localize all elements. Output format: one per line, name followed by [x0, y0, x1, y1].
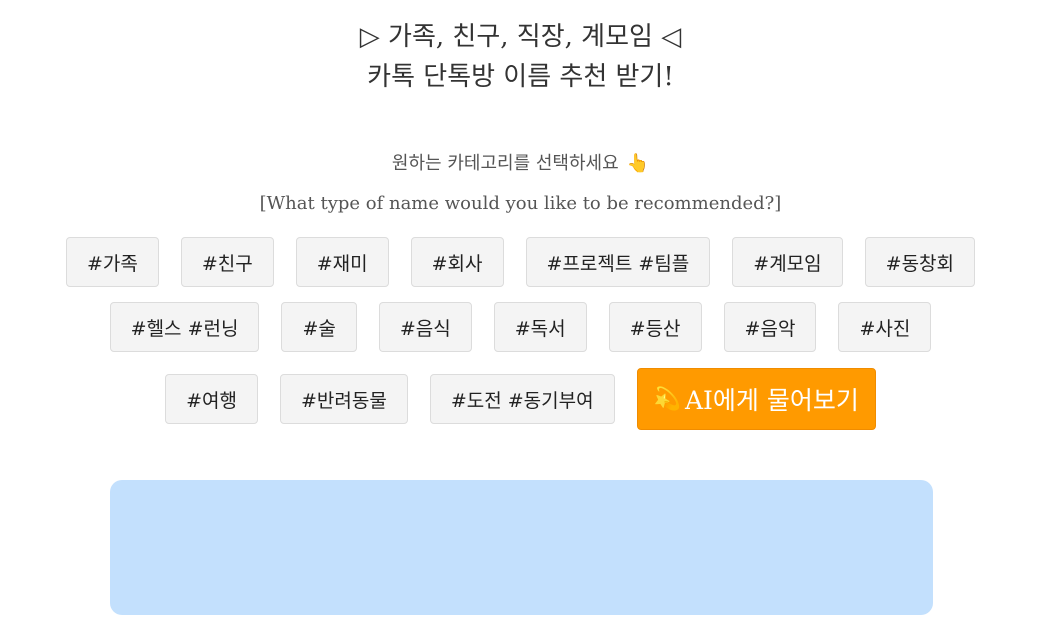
tag-button-reading[interactable]: #독서 [493, 302, 587, 352]
dizzy-star-icon: 💫 [653, 386, 681, 412]
ask-ai-button-label: AI에게 물어보기 [685, 386, 859, 415]
tag-button-drinks[interactable]: #술 [281, 302, 357, 352]
category-prompt-text: 원하는 카테고리를 선택하세요 [391, 153, 619, 174]
tag-button-challenge-motivation[interactable]: #도전 #동기부여 [429, 374, 615, 424]
tag-button-project-team[interactable]: #프로젝트 #팀플 [525, 237, 711, 287]
tag-button-travel[interactable]: #여행 [165, 374, 258, 424]
tag-button-friends[interactable]: #친구 [180, 237, 274, 287]
tag-button-photo[interactable]: #사진 [838, 302, 932, 352]
tag-button-food[interactable]: #음식 [378, 302, 472, 352]
pointing-hand-icon: 👆 [626, 153, 650, 174]
tag-button-pets[interactable]: #반려동물 [279, 374, 408, 424]
tag-button-gathering[interactable]: #계모임 [732, 237, 843, 287]
tag-button-fitness-running[interactable]: #헬스 #런닝 [109, 302, 260, 352]
ask-ai-button[interactable]: 💫 AI에게 물어보기 [636, 368, 876, 430]
tag-button-music[interactable]: #음악 [723, 302, 817, 352]
category-subprompt: [What type of name would you like to be … [259, 193, 782, 214]
page-title-line1: ▷ 가족, 친구, 직장, 계모임 ◁ [359, 22, 682, 52]
result-panel [110, 480, 933, 615]
category-prompt: 원하는 카테고리를 선택하세요 👆 [0, 150, 1041, 178]
tag-row-1: #가족 #친구 #재미 #회사 #프로젝트 #팀플 #계모임 #동창회 [0, 237, 1041, 287]
tag-button-alumni[interactable]: #동창회 [864, 237, 976, 287]
tag-button-hiking[interactable]: #등산 [608, 302, 702, 352]
tag-button-family[interactable]: #가족 [65, 237, 159, 287]
tag-button-fun[interactable]: #재미 [295, 237, 389, 287]
tag-row-2: #헬스 #런닝 #술 #음식 #독서 #등산 #음악 #사진 [0, 302, 1041, 352]
page-title-line2: 카톡 단톡방 이름 추천 받기! [367, 62, 674, 92]
tag-button-company[interactable]: #회사 [410, 237, 504, 287]
tag-row-3: #여행 #반려동물 #도전 #동기부여 💫 AI에게 물어보기 [0, 368, 1041, 430]
